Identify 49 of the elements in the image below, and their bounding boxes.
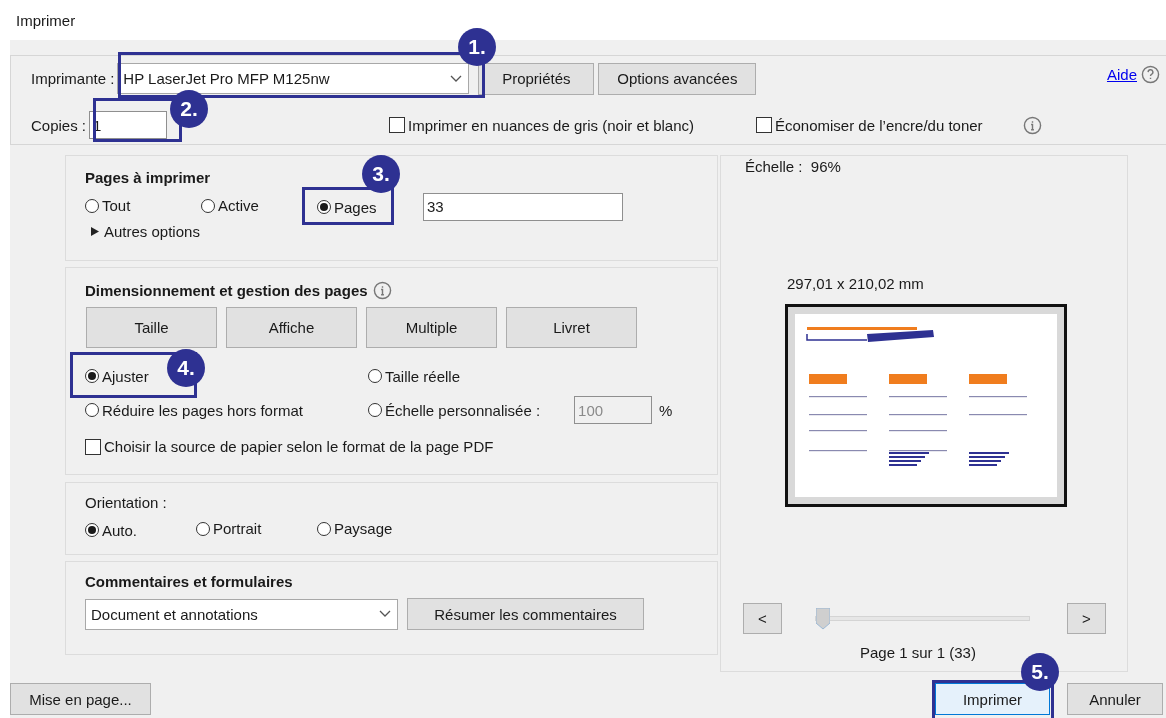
printer-dropdown[interactable]: HP LaserJet Pro MFP M125nw (117, 63, 470, 94)
radio-option[interactable]: Ajuster (85, 367, 149, 385)
radio-option[interactable]: Portrait (196, 520, 262, 537)
dialog-button[interactable]: Propriétés (478, 62, 595, 95)
section-title: Commentaires et formulaires (85, 573, 293, 590)
previous-page-button[interactable]: < (743, 603, 782, 634)
radio-option[interactable]: Taille réelle (368, 367, 461, 385)
radio-option[interactable]: Réduire les pages hors format (85, 401, 303, 419)
radio-option[interactable]: Active (201, 197, 259, 215)
checkbox-option[interactable]: Choisir la source de papier selon le format de la page PDF (85, 438, 494, 455)
radio-option[interactable]: Paysage (317, 520, 393, 537)
print-button[interactable]: Imprimer (935, 683, 1050, 715)
help-icon (1141, 65, 1160, 84)
radio-option[interactable]: Échelle personnalisée : (368, 401, 541, 419)
next-page-button[interactable]: > (1067, 603, 1106, 634)
callout-number: 1. (458, 28, 496, 66)
help-link[interactable]: Aide (1106, 66, 1137, 83)
sizing-tab[interactable]: Affiche (226, 307, 357, 348)
sizing-tab[interactable]: Taille (86, 307, 217, 348)
chevron-down-icon (450, 74, 463, 83)
page-size-label: 297,01 x 210,02 mm (787, 275, 925, 292)
section-title: Dimensionnement et gestion des pages (85, 282, 368, 299)
page-setup-button[interactable]: Mise en page... (10, 683, 151, 715)
checkbox-option[interactable]: Économiser de l’encre/du toner (756, 116, 983, 134)
page-range-field[interactable]: 33 (423, 192, 623, 221)
info-icon (372, 281, 392, 300)
info-icon (1022, 115, 1042, 135)
slider-thumb[interactable] (816, 608, 830, 630)
window-title: Imprimer (16, 11, 76, 29)
summarize-button[interactable]: Résumer les commentaires (407, 598, 644, 630)
page-counter: Page 1 sur 1 (33) (860, 644, 977, 661)
checkbox-option[interactable]: Imprimer en nuances de gris (noir et blanc) (389, 116, 694, 134)
cancel-button[interactable]: Annuler (1067, 683, 1163, 715)
comments-dropdown[interactable]: Document et annotations (85, 598, 398, 630)
section-title: Pages à imprimer (85, 169, 211, 186)
section-title: Orientation : (85, 494, 167, 511)
triangle-icon (91, 227, 99, 236)
sizing-tab[interactable]: Livret (506, 307, 637, 348)
copies-label: Copies : (31, 116, 87, 134)
scale-label: Échelle : 96% (745, 158, 842, 175)
dialog-button[interactable]: Options avancées (598, 62, 757, 95)
chevron-down-icon (379, 610, 391, 618)
percent-label: % (659, 401, 673, 419)
radio-option[interactable]: Pages (317, 198, 377, 216)
more-options-toggle[interactable]: Autres options (91, 223, 200, 240)
radio-option[interactable]: Auto. (85, 521, 138, 539)
printer-label: Imprimante : (31, 70, 115, 87)
radio-option[interactable]: Tout (85, 197, 131, 215)
sizing-tab[interactable]: Multiple (366, 307, 497, 348)
